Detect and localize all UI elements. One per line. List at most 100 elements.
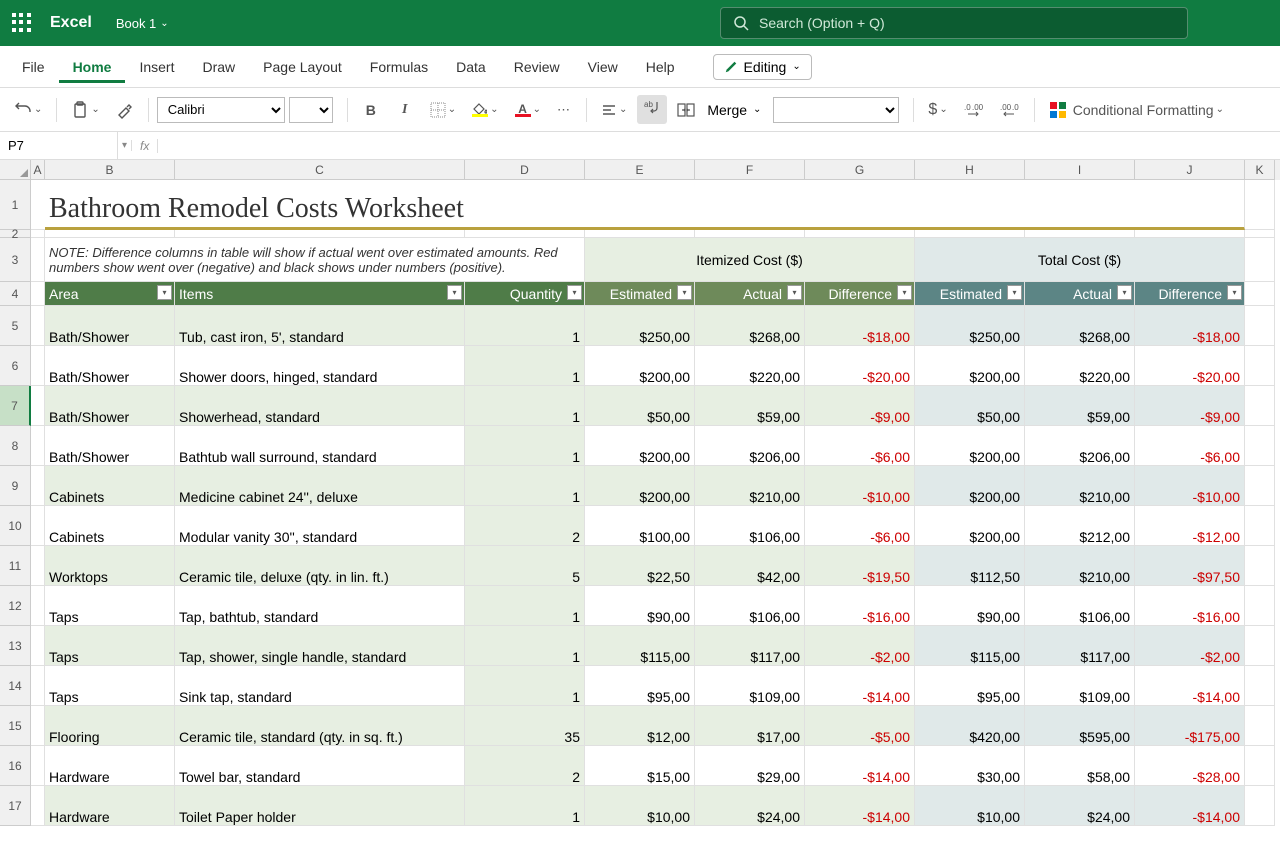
cell[interactable]	[1245, 666, 1275, 706]
paste-button[interactable]: ⌄	[65, 97, 105, 123]
cell[interactable]: -$6,00	[1135, 426, 1245, 466]
name-box[interactable]	[0, 132, 118, 159]
cell[interactable]: 1	[465, 586, 585, 626]
cell[interactable]: $24,00	[695, 786, 805, 826]
cell[interactable]	[31, 306, 45, 346]
search-input[interactable]: Search (Option + Q)	[720, 7, 1188, 39]
cell[interactable]: 1	[465, 426, 585, 466]
cell[interactable]	[31, 786, 45, 826]
row-header[interactable]: 14	[0, 666, 31, 706]
cell[interactable]: Taps	[45, 586, 175, 626]
cell[interactable]: $115,00	[585, 626, 695, 666]
cell[interactable]: $200,00	[585, 426, 695, 466]
cell[interactable]: -$20,00	[1135, 346, 1245, 386]
table-header[interactable]: Estimated▾	[915, 282, 1025, 306]
cell[interactable]	[31, 230, 45, 238]
cell[interactable]: $30,00	[915, 746, 1025, 786]
cell[interactable]: -$175,00	[1135, 706, 1245, 746]
cell[interactable]: 1	[465, 666, 585, 706]
cell[interactable]: Towel bar, standard	[175, 746, 465, 786]
cell[interactable]: $10,00	[915, 786, 1025, 826]
cell[interactable]: -$6,00	[805, 506, 915, 546]
menu-draw[interactable]: Draw	[188, 51, 249, 83]
cell[interactable]: 35	[465, 706, 585, 746]
cell[interactable]	[31, 426, 45, 466]
cell[interactable]	[1245, 346, 1275, 386]
cell[interactable]: $29,00	[695, 746, 805, 786]
document-title[interactable]: Bathroom Remodel Costs Worksheet	[45, 180, 1245, 230]
cell[interactable]: $268,00	[695, 306, 805, 346]
cell[interactable]: Medicine cabinet 24'', deluxe	[175, 466, 465, 506]
fx-icon[interactable]: fx	[132, 139, 158, 153]
cell[interactable]: $210,00	[695, 466, 805, 506]
cell[interactable]: Taps	[45, 626, 175, 666]
menu-home[interactable]: Home	[59, 51, 126, 83]
cell[interactable]: $200,00	[915, 506, 1025, 546]
group-header-total[interactable]: Total Cost ($)	[915, 238, 1245, 282]
cell[interactable]: $50,00	[915, 386, 1025, 426]
cell[interactable]: -$5,00	[805, 706, 915, 746]
cell[interactable]	[1245, 426, 1275, 466]
cell[interactable]: -$18,00	[1135, 306, 1245, 346]
format-painter-button[interactable]	[110, 97, 140, 123]
cell[interactable]: $420,00	[915, 706, 1025, 746]
cell[interactable]: Ceramic tile, standard (qty. in sq. ft.)	[175, 706, 465, 746]
menu-data[interactable]: Data	[442, 51, 500, 83]
cell[interactable]: Bath/Shower	[45, 346, 175, 386]
menu-formulas[interactable]: Formulas	[356, 51, 442, 83]
cell[interactable]	[805, 230, 915, 238]
cell[interactable]: $250,00	[585, 306, 695, 346]
cell[interactable]: $10,00	[585, 786, 695, 826]
cell[interactable]: -$18,00	[805, 306, 915, 346]
cell[interactable]: $210,00	[1025, 546, 1135, 586]
cell[interactable]: Cabinets	[45, 506, 175, 546]
decrease-decimal-button[interactable]: .00.0	[994, 98, 1026, 122]
cell[interactable]: Cabinets	[45, 466, 175, 506]
filter-dropdown-icon[interactable]: ▾	[1007, 285, 1022, 300]
bold-button[interactable]: B	[356, 97, 386, 123]
filter-dropdown-icon[interactable]: ▾	[157, 285, 172, 300]
cell[interactable]: -$20,00	[805, 346, 915, 386]
cell[interactable]	[695, 230, 805, 238]
name-box-dropdown[interactable]: ▾	[118, 140, 132, 151]
cell[interactable]	[31, 546, 45, 586]
font-color-button[interactable]: A⌄	[509, 99, 547, 121]
cell[interactable]	[1135, 230, 1245, 238]
cell[interactable]: $117,00	[1025, 626, 1135, 666]
cell[interactable]: Sink tap, standard	[175, 666, 465, 706]
cell[interactable]: $220,00	[695, 346, 805, 386]
cell[interactable]	[1245, 306, 1275, 346]
col-header-J[interactable]: J	[1135, 160, 1245, 180]
filter-dropdown-icon[interactable]: ▾	[1227, 285, 1242, 300]
cell[interactable]: $90,00	[585, 586, 695, 626]
cell[interactable]: $58,00	[1025, 746, 1135, 786]
row-header[interactable]: 2	[0, 230, 31, 238]
col-header-I[interactable]: I	[1025, 160, 1135, 180]
cell[interactable]: Tap, shower, single handle, standard	[175, 626, 465, 666]
cell[interactable]: $220,00	[1025, 346, 1135, 386]
col-header-A[interactable]: A	[31, 160, 45, 180]
filter-dropdown-icon[interactable]: ▾	[677, 285, 692, 300]
cell[interactable]	[1025, 230, 1135, 238]
cell[interactable]: 1	[465, 786, 585, 826]
cell[interactable]: $200,00	[915, 426, 1025, 466]
cell[interactable]: -$9,00	[1135, 386, 1245, 426]
table-header[interactable]: Area▾	[45, 282, 175, 306]
cell[interactable]	[31, 586, 45, 626]
cell[interactable]: $24,00	[1025, 786, 1135, 826]
cell[interactable]	[1245, 386, 1275, 426]
cell[interactable]: 1	[465, 346, 585, 386]
cell[interactable]: -$14,00	[1135, 786, 1245, 826]
cell[interactable]: $210,00	[1025, 466, 1135, 506]
cell[interactable]: -$19,50	[805, 546, 915, 586]
cell[interactable]: 2	[465, 746, 585, 786]
cell[interactable]	[1245, 238, 1275, 282]
cell[interactable]: -$14,00	[805, 666, 915, 706]
row-header[interactable]: 1	[0, 180, 31, 230]
cell[interactable]	[1245, 506, 1275, 546]
cell[interactable]: $206,00	[1025, 426, 1135, 466]
menu-view[interactable]: View	[574, 51, 632, 83]
row-header[interactable]: 3	[0, 238, 31, 282]
cell[interactable]: -$16,00	[1135, 586, 1245, 626]
cell[interactable]: $12,00	[585, 706, 695, 746]
